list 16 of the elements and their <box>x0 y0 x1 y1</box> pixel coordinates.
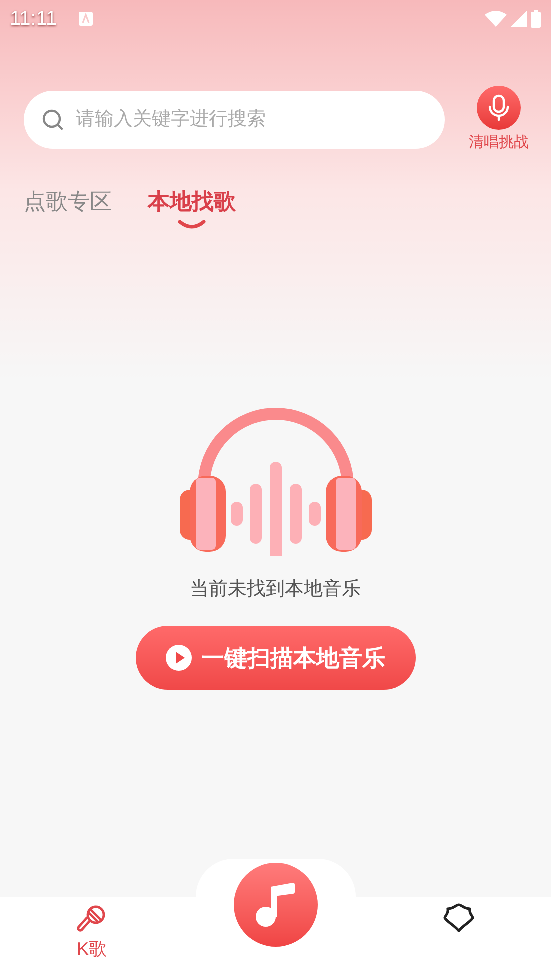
category-tab[interactable]: 点歌专区 <box>24 184 112 218</box>
search-icon <box>42 109 64 132</box>
tab-indicator-icon <box>177 220 207 230</box>
search-field[interactable]: 请输入关键字进行搜索 <box>24 91 445 150</box>
scan-button[interactable]: 一键扫描本地音乐 <box>136 626 416 690</box>
category-tab[interactable]: 本地找歌 <box>148 184 236 230</box>
status-time: 11:11 <box>10 7 58 32</box>
challenge-button[interactable]: 清唱挑战 <box>469 86 529 154</box>
music-note-icon <box>254 881 298 929</box>
karaoke-tab[interactable]: K歌 <box>62 903 122 961</box>
wifi-icon <box>485 11 507 27</box>
notification-icon <box>79 12 94 26</box>
battery-icon <box>531 10 541 28</box>
signal-icon <box>511 11 527 27</box>
empty-message: 当前未找到本地音乐 <box>190 578 361 602</box>
play-icon <box>166 645 192 671</box>
